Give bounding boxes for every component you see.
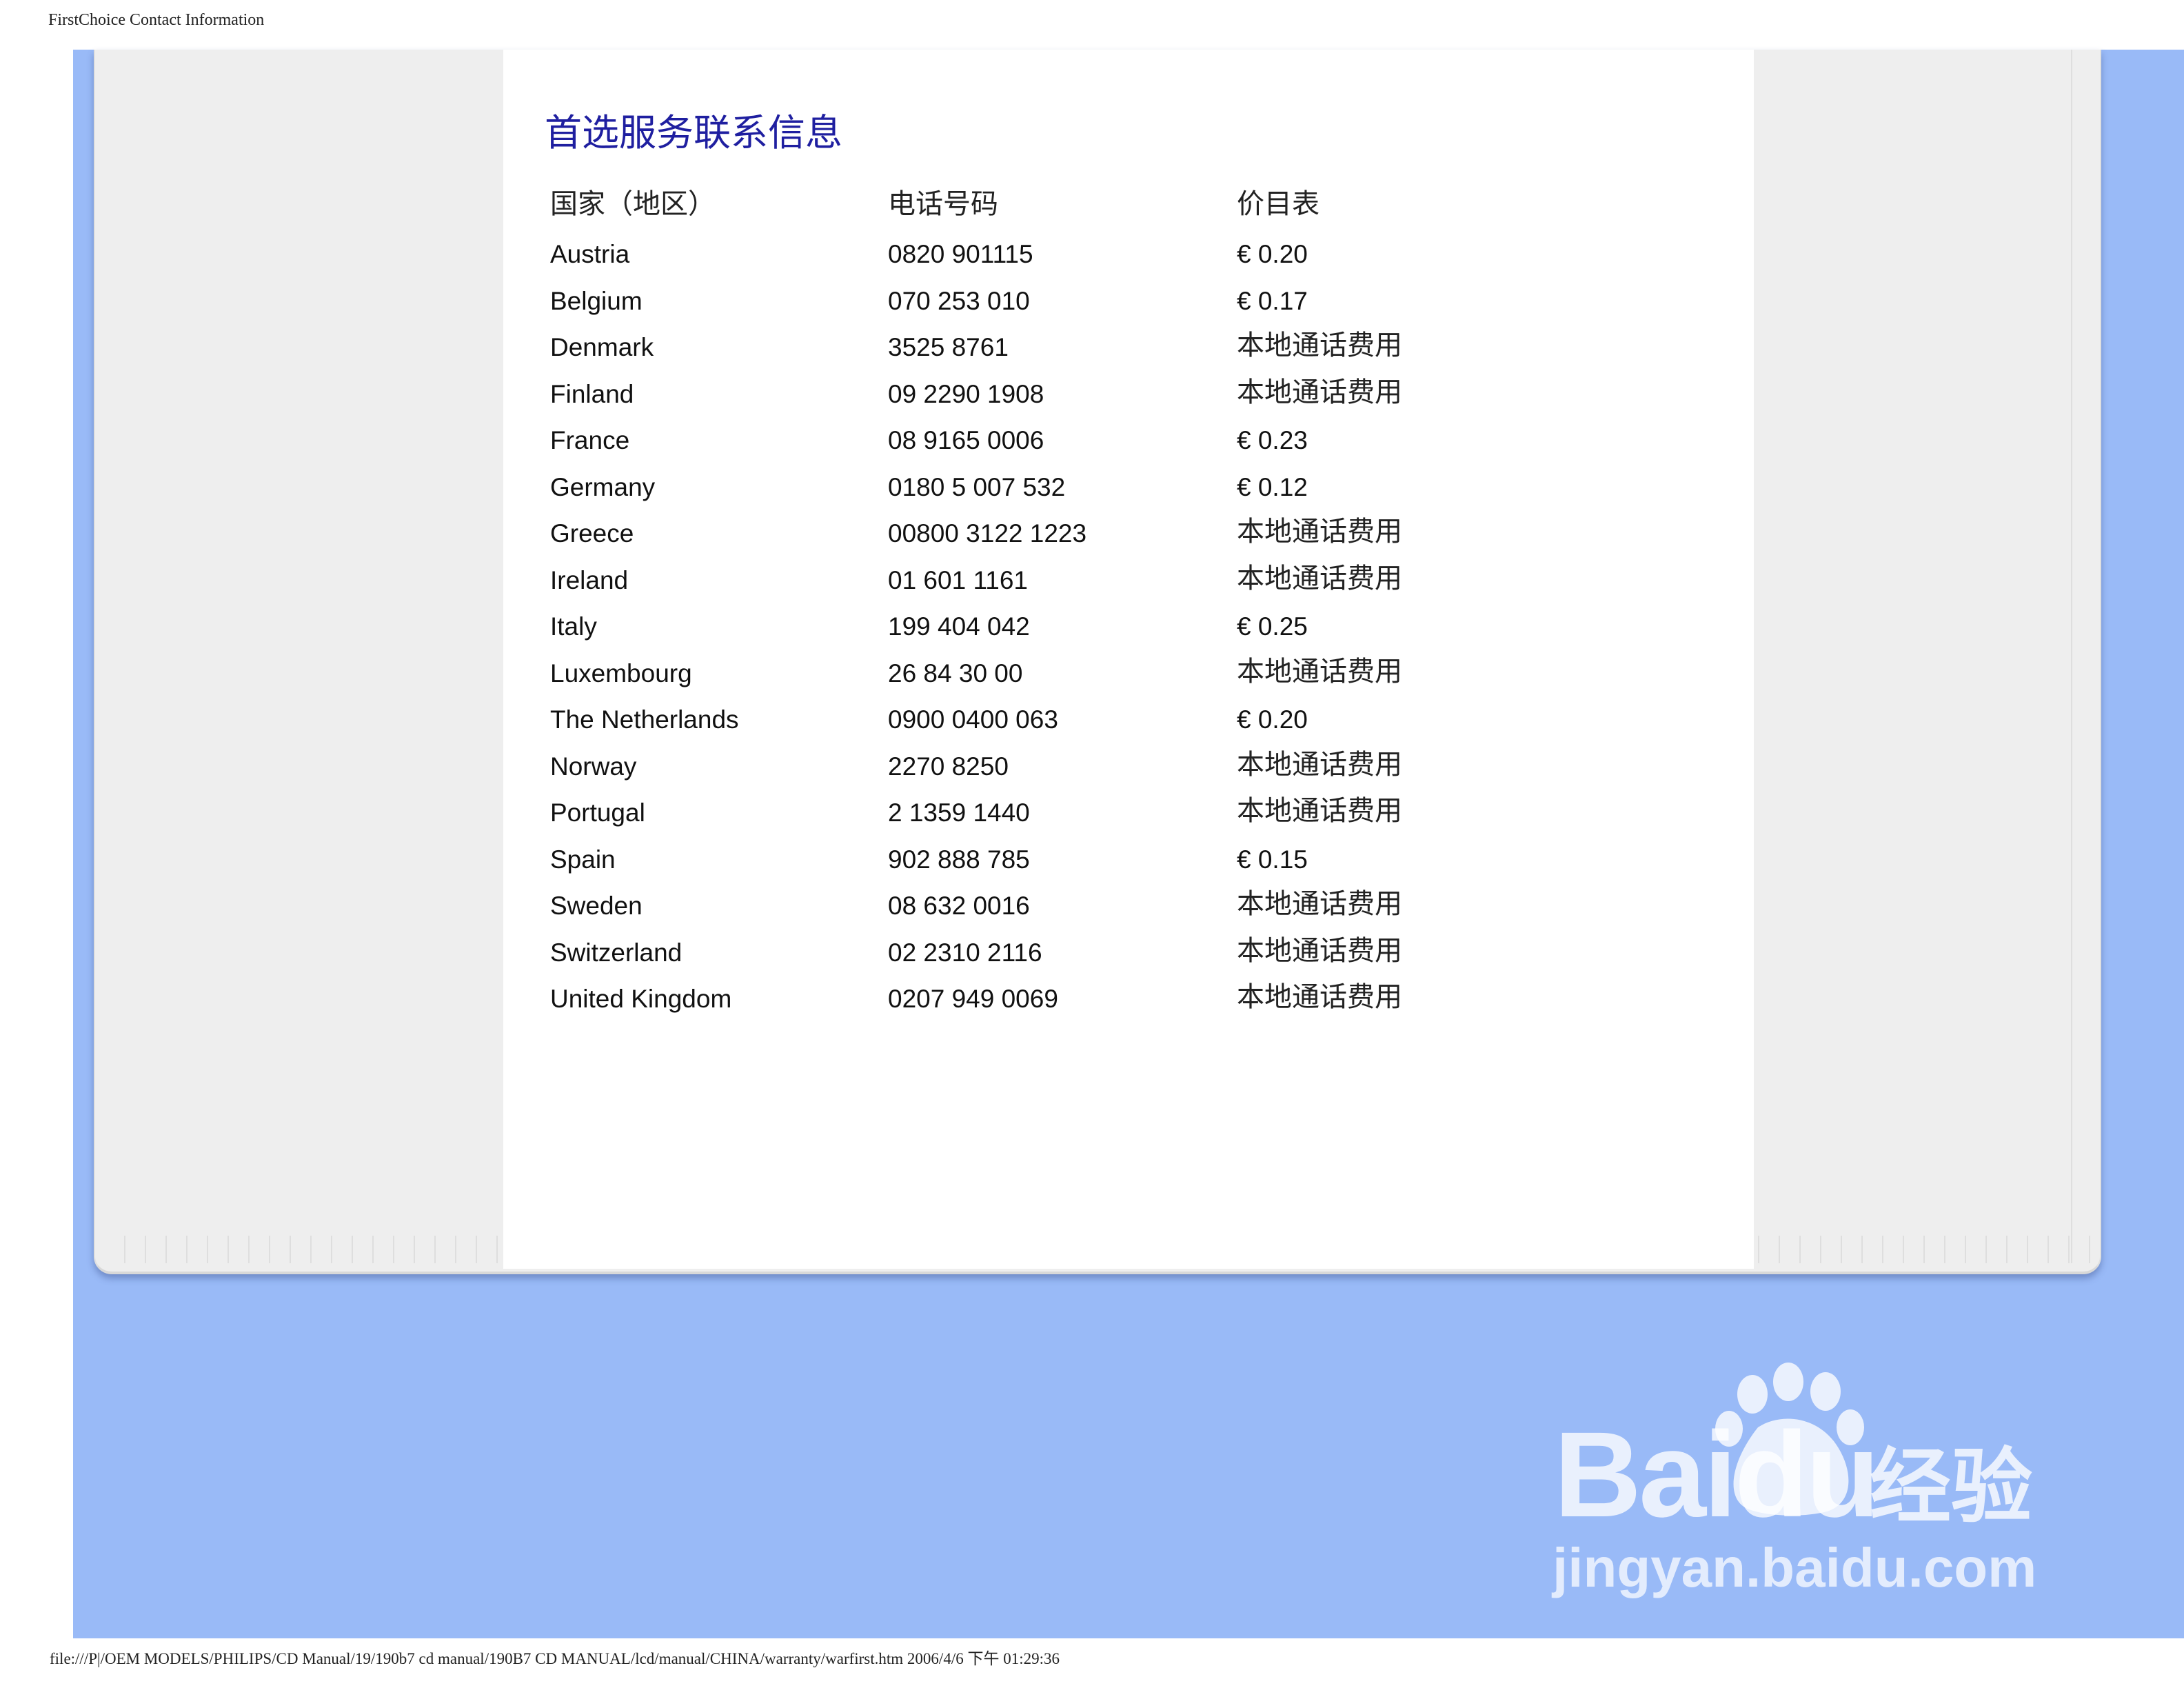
cell-rate: 本地通话费用 <box>1237 934 1402 967</box>
table-row: The Netherlands 0900 0400 063 € 0.20 <box>550 707 1515 754</box>
cell-country: Belgium <box>550 286 643 315</box>
cell-rate: € 0.23 <box>1237 426 1308 454</box>
table-row: Sweden 08 632 0016 本地通话费用 <box>550 888 1515 940</box>
cell-rate: € 0.15 <box>1237 845 1308 874</box>
cell-country: United Kingdom <box>550 985 732 1013</box>
cell-country: Finland <box>550 379 634 408</box>
cell-country: Luxembourg <box>550 659 692 687</box>
cell-rate: € 0.20 <box>1237 240 1308 268</box>
table-row: Norway 2270 8250 本地通话费用 <box>550 748 1515 801</box>
cell-rate: € 0.25 <box>1237 612 1308 641</box>
table-row: United Kingdom 0207 949 0069 本地通话费用 <box>550 981 1515 1033</box>
watermark-brand-cn: 经验 <box>1870 1439 2033 1534</box>
cell-phone: 0207 949 0069 <box>888 985 1058 1013</box>
cell-country: Norway <box>550 752 637 781</box>
cell-country: France <box>550 426 630 454</box>
cell-phone: 09 2290 1908 <box>888 379 1044 408</box>
cell-phone: 02 2310 2116 <box>888 938 1042 967</box>
table-row: Denmark 3525 8761 本地通话费用 <box>550 330 1515 381</box>
cell-country: Germany <box>550 472 656 501</box>
cell-phone: 08 632 0016 <box>888 892 1030 920</box>
cell-phone: 902 888 785 <box>888 845 1030 874</box>
cell-phone: 3525 8761 <box>888 333 1009 361</box>
cell-rate: € 0.12 <box>1237 472 1308 501</box>
cell-country: Ireland <box>550 565 629 594</box>
cell-phone: 0180 5 007 532 <box>888 472 1066 501</box>
table-row: Ireland 01 601 1161 本地通话费用 <box>550 562 1515 614</box>
cell-rate: 本地通话费用 <box>1237 655 1402 687</box>
cell-phone: 070 253 010 <box>888 286 1030 315</box>
cell-phone: 08 9165 0006 <box>888 426 1044 454</box>
cell-phone: 0820 901115 <box>888 240 1033 268</box>
table-header-row: 国家（地区） 电话号码 价目表 <box>550 188 1515 241</box>
watermark-brand: Baidu <box>1554 1407 1880 1543</box>
cell-rate: 本地通话费用 <box>1237 748 1402 781</box>
table-row: Switzerland 02 2310 2116 本地通话费用 <box>550 934 1515 987</box>
cell-phone: 01 601 1161 <box>888 565 1029 594</box>
page-title: 首选服务联系信息 <box>545 111 842 154</box>
cell-phone: 199 404 042 <box>888 612 1030 641</box>
cell-phone: 26 84 30 00 <box>888 659 1023 687</box>
cell-country: Spain <box>550 845 616 874</box>
cell-rate: 本地通话费用 <box>1237 516 1402 547</box>
cell-country: Austria <box>550 240 630 268</box>
cell-rate: 本地通话费用 <box>1237 888 1402 920</box>
table-body: Austria 0820 901115 € 0.20 Belgium 070 253 0… <box>550 241 1515 1033</box>
table-row: Luxembourg 26 84 30 00 本地通话费用 <box>550 655 1515 707</box>
cell-country: The Netherlands <box>550 705 739 734</box>
cell-phone: 2270 8250 <box>888 752 1009 781</box>
table-row: Belgium 070 253 010 € 0.17 <box>550 288 1515 335</box>
cell-rate: 本地通话费用 <box>1237 795 1402 827</box>
table-row: France 08 9165 0006 € 0.23 <box>550 428 1515 474</box>
table-row: Italy 199 404 042 € 0.25 <box>550 614 1515 661</box>
cell-rate: 本地通话费用 <box>1237 981 1402 1013</box>
cell-country: Portugal <box>550 798 645 827</box>
cell-phone: 2 1359 1440 <box>888 798 1030 827</box>
cell-phone: 00800 3122 1223 <box>888 519 1087 547</box>
column-header-rate: 价目表 <box>1237 188 1320 220</box>
cell-country: Sweden <box>550 892 643 920</box>
table-row: Greece 00800 3122 1223 本地通话费用 <box>550 516 1515 567</box>
table-row: Portugal 2 1359 1440 本地通话费用 <box>550 795 1515 847</box>
cell-country: Greece <box>550 519 634 547</box>
cell-country: Switzerland <box>550 938 682 967</box>
cell-rate: 本地通话费用 <box>1237 330 1402 361</box>
column-header-phone: 电话号码 <box>888 188 998 220</box>
column-header-country: 国家（地区） <box>550 188 716 220</box>
contact-table: 国家（地区） 电话号码 价目表 Austria 0820 901115 € 0.20… <box>550 188 1515 1033</box>
table-row: Spain 902 888 785 € 0.15 <box>550 847 1515 894</box>
table-row: Austria 0820 901115 € 0.20 <box>550 241 1515 288</box>
cell-country: Denmark <box>550 333 654 361</box>
print-footer: file:///P|/OEM MODELS/PHILIPS/CD Manual/… <box>50 1650 1060 1667</box>
print-header: FirstChoice Contact Information <box>48 11 265 29</box>
cell-rate: 本地通话费用 <box>1237 562 1402 594</box>
cell-rate: € 0.17 <box>1237 286 1308 315</box>
cell-phone: 0900 0400 063 <box>888 705 1058 734</box>
frame-divider <box>2071 50 2072 1263</box>
table-row: Germany 0180 5 007 532 € 0.12 <box>550 474 1515 521</box>
cell-country: Italy <box>550 612 597 641</box>
cell-rate: 本地通话费用 <box>1237 376 1402 408</box>
watermark-url: jingyan.baidu.com <box>1553 1537 2037 1598</box>
cell-rate: € 0.20 <box>1237 705 1308 734</box>
table-row: Finland 09 2290 1908 本地通话费用 <box>550 376 1515 428</box>
